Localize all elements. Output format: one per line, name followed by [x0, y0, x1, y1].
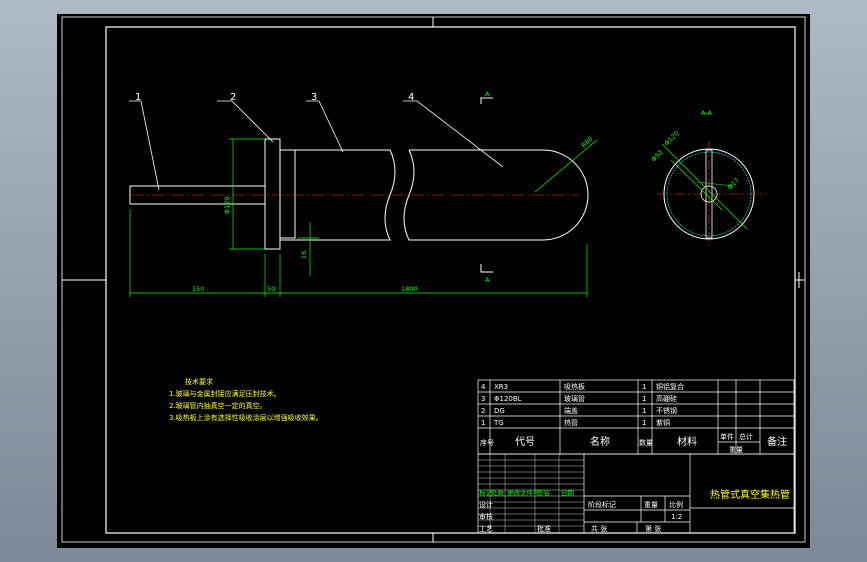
stage-label: 阶段标记: [588, 500, 616, 509]
section-mark-bottom: A: [485, 276, 490, 284]
sign-label-count: 处数: [491, 488, 505, 497]
bom-cell-qty: 1: [642, 419, 646, 427]
sign-label-file: 更改文件号: [507, 488, 540, 497]
bom-cell-material: 不锈钢: [656, 406, 677, 415]
outer-frame: [61, 16, 806, 543]
bom-header-single: 单件: [720, 432, 734, 441]
bom-header-no: 序号: [480, 438, 494, 447]
section-dim-a: Φ120: [663, 129, 681, 147]
bom-header-code: 代号: [515, 436, 535, 448]
part-label-3: 3: [311, 92, 317, 103]
note-line-3: 3.吸热板上涂有选择性吸收涂层以增强吸收效果。: [169, 413, 323, 422]
bom-header-material: 材料: [677, 435, 697, 448]
role-process: 工艺: [479, 525, 493, 533]
leader-3: [306, 100, 344, 153]
scale-label: 比例: [669, 500, 683, 509]
bom-header-qty: 数量: [639, 438, 653, 447]
sign-label-sign: 签名: [537, 488, 550, 497]
sheet-total: 共 张: [591, 524, 607, 533]
dim-150: 150: [192, 285, 204, 293]
bom-cell-name: 玻璃管: [564, 394, 585, 403]
role-design: 设计: [479, 500, 493, 509]
leader-1: [129, 100, 160, 191]
section-cut-top: [480, 97, 493, 104]
bom-header-total: 总计: [739, 432, 753, 441]
section-dim-c: Φ17: [726, 176, 741, 191]
bom-cell-no: 2: [481, 407, 485, 415]
leader-2: [217, 100, 274, 143]
part-label-4: 4: [408, 92, 414, 103]
section-dim-b: Φ52: [650, 148, 665, 163]
bom-cell-qty: 1: [642, 407, 646, 415]
role-approve: 批准: [537, 524, 551, 533]
bom-cell-material: 紫铜: [656, 418, 670, 427]
weight-label: 重量: [644, 501, 658, 509]
end-cap: [264, 138, 281, 250]
dim-radius: R60: [580, 135, 595, 150]
bom-cell-material: 铜铝复合: [656, 382, 684, 391]
dimension-lines: [129, 138, 598, 297]
bom-cell-qty: 1: [642, 383, 646, 391]
bom-header-weight: 重量: [729, 446, 743, 454]
bom-cell-code: Φ120BL: [494, 395, 522, 403]
bom-cell-qty: 1: [642, 395, 646, 403]
bom-rows: 4 XR3 吸热板 1 铜铝复合 3 Φ120BL 玻璃管 1 高硼硅 2 DG 端盖 1 不锈钢 1 TG 热管…: [481, 382, 684, 427]
bom-cell-name: 吸热板: [564, 382, 585, 391]
cad-viewport[interactable]: A A 1 2 3 4 150 50 1800 Φ120 16 R60 A-A …: [57, 14, 810, 548]
part-label-2: 2: [230, 92, 236, 103]
bom-header: 序号 代号 名称 数量 材料 单件 总计 重量 备注: [480, 432, 787, 454]
dim-small: 16: [300, 251, 308, 259]
drawing-title: 热管式真空集热管: [710, 488, 790, 501]
part-label-1: 1: [135, 92, 141, 103]
bom-cell-code: XR3: [494, 383, 508, 391]
sign-label-date: 日期: [561, 489, 575, 497]
bom-cell-name: 端盖: [564, 406, 578, 415]
note-line-1: 1.玻璃与金属封接应满足压封技术。: [169, 389, 281, 398]
dim-50: 50: [267, 285, 275, 293]
bom-cell-code: DG: [494, 407, 505, 415]
bom-cell-code: TG: [493, 419, 504, 427]
end-cap-inner: [279, 149, 296, 239]
bom-cell-no: 1: [481, 419, 485, 427]
bom-cell-material: 高硼硅: [656, 394, 677, 403]
inner-frame: [105, 26, 796, 534]
leader-4: [403, 100, 504, 168]
note-line-2: 2.玻璃管内抽真空一定的真空。: [169, 401, 267, 410]
section-title: A-A: [701, 109, 713, 117]
technical-notes: 技术要求 1.玻璃与金属封接应满足压封技术。 2.玻璃管内抽真空一定的真空。 3…: [169, 377, 323, 422]
bom-cell-no: 4: [481, 383, 486, 391]
bom-header-name: 名称: [590, 435, 610, 448]
bom-header-remark: 备注: [767, 435, 787, 448]
bom-cell-name: 热管: [564, 418, 578, 427]
bom-cell-no: 3: [481, 395, 485, 403]
section-view: A-A Φ120 Φ52 Φ17: [650, 109, 767, 246]
main-view: A A 1 2 3 4 150 50 1800 Φ120 16 R60: [129, 90, 598, 297]
drawing-canvas: A A 1 2 3 4 150 50 1800 Φ120 16 R60 A-A …: [61, 16, 806, 543]
scale-value: 1:2: [671, 513, 682, 521]
dim-1800: 1800: [401, 285, 418, 293]
notes-title: 技术要求: [185, 377, 213, 386]
dim-phi-vertical: Φ120: [223, 196, 231, 214]
section-mark-top: A: [485, 90, 490, 98]
title-block: 标记 处数 更改文件号 签名 日期 设计 审核 工艺 批准 阶段标记 重量 比例…: [477, 453, 795, 534]
sheet-number: 第 张: [645, 524, 661, 533]
section-cut-bottom: [480, 264, 493, 273]
role-review: 审核: [479, 512, 493, 521]
